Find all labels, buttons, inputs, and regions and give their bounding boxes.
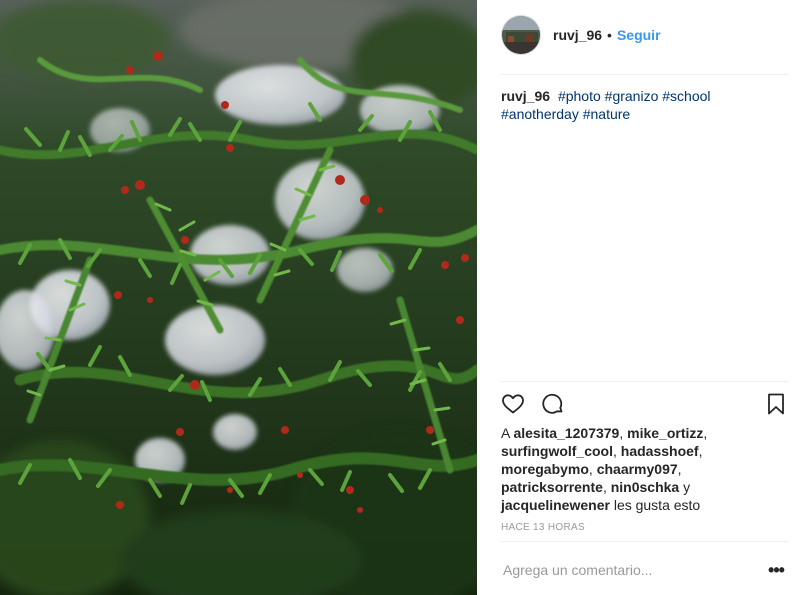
post-photo[interactable] <box>0 0 477 595</box>
liker-link[interactable]: chaarmy097 <box>597 461 678 477</box>
likes-conjunction: y <box>683 479 691 495</box>
liker-link[interactable]: mike_ortizz <box>627 425 703 441</box>
save-button[interactable] <box>764 392 788 416</box>
likes-suffix: les gusta esto <box>613 497 701 513</box>
post-image[interactable] <box>0 0 477 595</box>
comment-icon <box>542 393 563 414</box>
likes-prefix: A <box>501 425 510 441</box>
follow-button[interactable]: Seguir <box>617 27 661 43</box>
comment-input[interactable] <box>501 562 764 578</box>
post-timestamp[interactable]: HACE 13 HORAS <box>501 522 585 533</box>
more-options-button[interactable]: ••• <box>764 561 788 579</box>
liker-link[interactable]: surfingwolf_cool <box>501 443 613 459</box>
caption-username[interactable]: ruvj_96 <box>501 88 550 104</box>
divider <box>501 74 788 75</box>
avatar-image <box>502 16 540 54</box>
post-header: ruvj_96 • Seguir <box>501 15 788 55</box>
post-caption: ruvj_96 #photo #granizo #school #another… <box>501 87 788 123</box>
divider <box>501 381 788 382</box>
header-username[interactable]: ruvj_96 <box>553 27 602 43</box>
post-details-panel: ruvj_96 • Seguir ruvj_96 #photo #granizo… <box>477 0 811 595</box>
liker-link[interactable]: alesita_1207379 <box>513 425 619 441</box>
bookmark-icon <box>768 393 784 415</box>
divider <box>501 541 788 542</box>
liker-link[interactable]: nin0schka <box>611 479 679 495</box>
liker-link[interactable]: jacquelinewener <box>501 497 610 513</box>
action-bar <box>501 392 788 416</box>
user-avatar[interactable] <box>501 15 541 55</box>
liker-link[interactable]: patricksorrente <box>501 479 603 495</box>
hashtag-link[interactable]: #anotherday <box>501 106 579 122</box>
liker-link[interactable]: hadasshoef <box>621 443 699 459</box>
heart-icon <box>502 394 524 414</box>
hashtag-link[interactable]: #granizo <box>605 88 659 104</box>
like-button[interactable] <box>501 392 525 416</box>
hashtag-link[interactable]: #school <box>662 88 710 104</box>
hashtag-link[interactable]: #nature <box>583 106 630 122</box>
comment-form: ••• <box>501 558 788 582</box>
hashtag-link[interactable]: #photo <box>558 88 601 104</box>
liker-link[interactable]: moregabymo <box>501 461 589 477</box>
separator-dot: • <box>607 27 612 43</box>
comment-button[interactable] <box>541 392 565 416</box>
likes-summary: A alesita_1207379, mike_ortizz, surfingw… <box>501 425 708 513</box>
